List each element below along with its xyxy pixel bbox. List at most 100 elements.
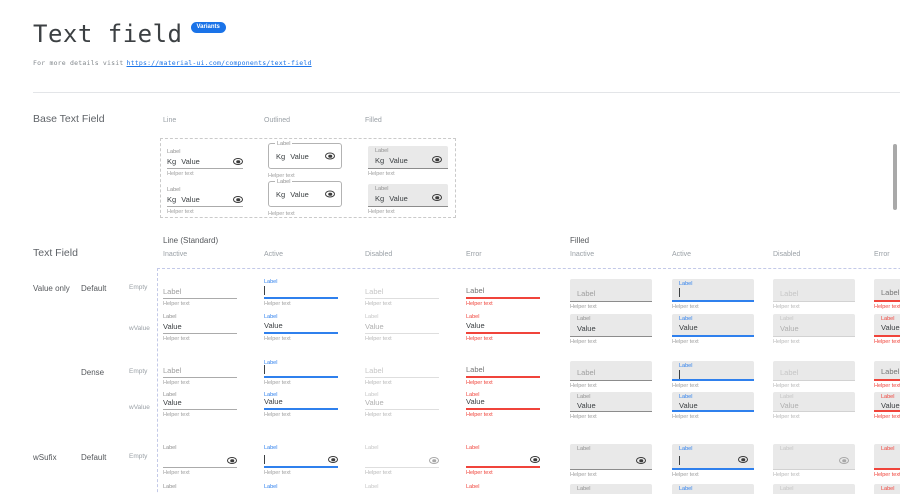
field-value-text: Value <box>365 398 384 407</box>
text-field-line-active-value-suffix[interactable]: LabelValueHelper text <box>264 481 338 494</box>
base-column-header: Outlined <box>264 117 290 124</box>
floating-label: Label <box>264 442 338 452</box>
text-field-line-active-value[interactable]: LabelValueHelper text <box>264 390 338 418</box>
text-field-line-error-empty-suffix[interactable]: LabelHelper text <box>466 442 540 476</box>
text-field-filled-inactive-empty[interactable]: LabelHelper text <box>570 279 652 310</box>
floating-label: Label <box>773 444 855 453</box>
base-filled-field[interactable]: LabelKgValueHelper text <box>368 146 448 177</box>
base-line-field[interactable]: LabelKgValueHelper text <box>167 146 243 177</box>
text-field-line-active-value[interactable]: LabelValueHelper text <box>264 311 338 342</box>
visibility-icon[interactable] <box>432 194 442 201</box>
text-field-line-disabled-value-suffix[interactable]: LabelValueHelper text <box>365 481 439 494</box>
text-field-filled-inactive-value[interactable]: LabelValueHelper text <box>570 392 652 420</box>
text-field-filled-error-empty[interactable]: LabelHelper text <box>874 361 900 389</box>
text-field-filled-active-empty[interactable]: LabelHelper text <box>672 279 754 310</box>
text-field-line-inactive-value[interactable]: LabelValueHelper text <box>163 390 237 418</box>
text-field-filled-active-empty-suffix[interactable]: LabelHelper text <box>672 444 754 478</box>
row-size-label: Default <box>81 284 106 293</box>
visibility-icon[interactable] <box>325 153 335 160</box>
visibility-icon[interactable] <box>530 456 540 463</box>
text-field-filled-disabled-empty[interactable]: LabelHelper text <box>773 279 855 310</box>
text-field-line-error-value-suffix[interactable]: LabelValueHelper text <box>466 481 540 494</box>
floating-label <box>874 279 900 288</box>
text-field-filled-disabled-value[interactable]: LabelValueHelper text <box>773 392 855 420</box>
text-field-line-disabled-empty-suffix[interactable]: LabelHelper text <box>365 442 439 476</box>
floating-label: Label <box>167 184 243 194</box>
field-label-text: Label <box>881 288 899 297</box>
text-field-filled-disabled-value-suffix[interactable]: LabelValueHelper text <box>773 484 855 494</box>
base-filled-field[interactable]: LabelKgValueHelper text <box>368 184 448 215</box>
text-field-filled-active-value[interactable]: LabelValueHelper text <box>672 314 754 345</box>
text-field-filled-error-empty[interactable]: Label Helper text <box>874 279 900 310</box>
text-field-line-inactive-empty-suffix[interactable]: LabelHelper text <box>163 442 237 476</box>
base-outlined-field[interactable]: LabelKgValueHelper text <box>268 143 342 179</box>
vertical-scrollbar-thumb[interactable] <box>893 144 897 210</box>
text-field-filled-error-empty-suffix[interactable]: LabelHelper text <box>874 444 900 478</box>
floating-label: Label <box>365 481 439 491</box>
base-outlined-field[interactable]: LabelKgValueHelper text <box>268 181 342 217</box>
helper-text: Helper text <box>874 304 900 310</box>
helper-text: Helper text <box>672 414 754 420</box>
text-field-filled-active-value-suffix[interactable]: LabelValueHelper text <box>672 484 754 494</box>
floating-label: Label <box>365 442 439 452</box>
text-field-line-disabled-empty[interactable]: LabelHelper text <box>365 358 439 386</box>
visibility-icon[interactable] <box>325 191 335 198</box>
text-field-filled-error-value[interactable]: LabelValueHelper text <box>874 314 900 345</box>
text-field-line-active-empty[interactable]: LabelHelper text <box>264 358 338 386</box>
text-field-filled-disabled-empty[interactable]: LabelHelper text <box>773 361 855 389</box>
visibility-icon[interactable] <box>429 457 439 464</box>
visibility-icon[interactable] <box>839 457 849 464</box>
text-field-line-inactive-empty[interactable]: LabelHelper text <box>163 276 237 307</box>
field-value-text: Value <box>290 190 309 199</box>
text-field-filled-active-empty[interactable]: LabelHelper text <box>672 361 754 389</box>
text-field-line-inactive-value[interactable]: LabelValueHelper text <box>163 311 237 342</box>
floating-label: Label <box>264 276 338 286</box>
text-field-line-disabled-empty[interactable]: LabelHelper text <box>365 276 439 307</box>
floating-label: Label <box>773 314 855 323</box>
visibility-icon[interactable] <box>432 156 442 163</box>
filled-box: LabelValue <box>570 484 652 494</box>
text-field-line-disabled-value[interactable]: LabelValueHelper text <box>365 390 439 418</box>
field-input: Value <box>773 323 855 336</box>
visibility-icon[interactable] <box>738 456 748 463</box>
visibility-icon[interactable] <box>233 158 243 165</box>
text-field-line-error-empty[interactable]: LabelHelper text <box>466 276 540 307</box>
text-field-filled-active-value[interactable]: LabelValueHelper text <box>672 392 754 420</box>
field-value-text: Value <box>577 324 596 333</box>
text-field-line-error-value[interactable]: LabelValueHelper text <box>466 390 540 418</box>
field-label-text: Label <box>365 313 378 321</box>
helper-text: Helper text <box>163 336 237 342</box>
floating-label: Label <box>874 484 900 493</box>
text-field-filled-inactive-value[interactable]: LabelValueHelper text <box>570 314 652 345</box>
text-field-filled-error-value[interactable]: LabelValueHelper text <box>874 392 900 420</box>
text-field-line-error-empty[interactable]: LabelHelper text <box>466 358 540 386</box>
helper-text: Helper text <box>773 472 855 478</box>
visibility-icon[interactable] <box>636 457 646 464</box>
text-field-line-inactive-value-suffix[interactable]: LabelValueHelper text <box>163 481 237 494</box>
text-field-line-active-empty-suffix[interactable]: LabelHelper text <box>264 442 338 476</box>
text-field-line-inactive-empty[interactable]: LabelHelper text <box>163 358 237 386</box>
visibility-icon[interactable] <box>328 456 338 463</box>
text-field-line-active-empty[interactable]: LabelHelper text <box>264 276 338 307</box>
field-input: Label <box>874 288 900 300</box>
helper-text: Helper text <box>773 339 855 345</box>
eye-pupil <box>435 158 439 162</box>
text-field-filled-inactive-value-suffix[interactable]: LabelValueHelper text <box>570 484 652 494</box>
text-field-filled-error-value-suffix[interactable]: LabelValueHelper text <box>874 484 900 494</box>
text-field-line-error-value[interactable]: LabelValueHelper text <box>466 311 540 342</box>
field-input: Value <box>570 401 652 413</box>
text-field-filled-disabled-empty-suffix[interactable]: Label Helper text <box>773 444 855 478</box>
text-field-line-disabled-value[interactable]: LabelValueHelper text <box>365 311 439 342</box>
visibility-icon[interactable] <box>233 196 243 203</box>
text-field-filled-disabled-value[interactable]: LabelValue Helper text <box>773 314 855 345</box>
state-column-header: Inactive <box>163 251 187 258</box>
base-line-field[interactable]: LabelKgValueHelper text <box>167 184 243 215</box>
docs-link[interactable]: https://material-ui.com/components/text-… <box>127 59 312 67</box>
text-field-filled-inactive-empty[interactable]: LabelHelper text <box>570 361 652 389</box>
helper-text: Helper text <box>874 339 900 345</box>
field-prefix-text: Kg <box>375 156 384 165</box>
text-field-filled-inactive-empty-suffix[interactable]: LabelHelper text <box>570 444 652 478</box>
floating-label <box>773 361 855 368</box>
floating-label: Label <box>368 146 448 155</box>
visibility-icon[interactable] <box>227 457 237 464</box>
